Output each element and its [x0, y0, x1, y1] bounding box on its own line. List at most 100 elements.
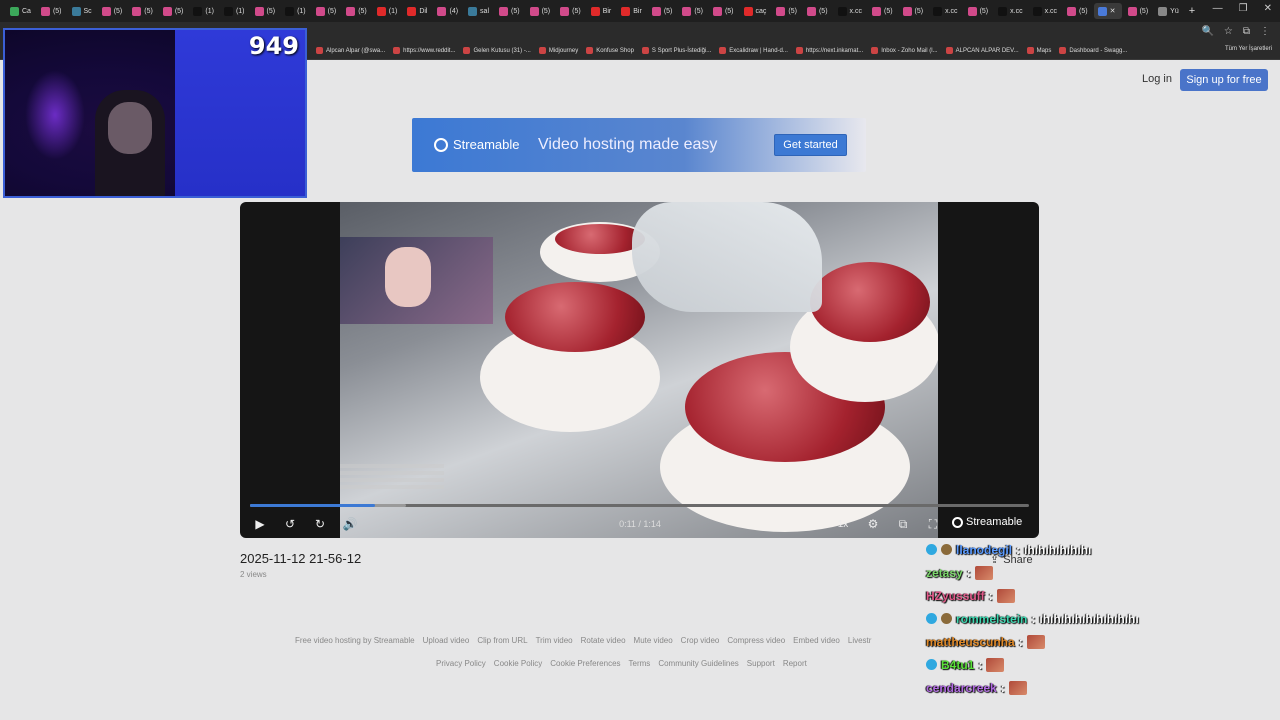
browser-tab[interactable]: (5)	[803, 3, 832, 19]
bookmark-item[interactable]: Dashboard - Swagg...	[1059, 47, 1127, 54]
bookmark-item[interactable]: Alpcan Alpar (@swa...	[316, 47, 385, 54]
browser-tab[interactable]: x.cc	[929, 3, 961, 19]
browser-tab[interactable]: (5)	[868, 3, 897, 19]
all-bookmarks-folder[interactable]: Tüm Yer İşaretleri	[1225, 46, 1272, 52]
progress-fill	[250, 504, 375, 507]
footer-link[interactable]: Terms	[629, 659, 651, 668]
browser-tab[interactable]: (1)	[189, 3, 218, 19]
browser-tab[interactable]: (5)	[1124, 3, 1153, 19]
footer-link[interactable]: Compress video	[727, 636, 785, 645]
browser-tab[interactable]: (5)	[709, 3, 738, 19]
browser-tab[interactable]: (5)	[251, 3, 280, 19]
footer-link[interactable]: Privacy Policy	[436, 659, 486, 668]
active-tab[interactable]: ✕	[1093, 3, 1122, 19]
browser-tab[interactable]: sal	[464, 3, 493, 19]
speed-button[interactable]: 1x	[834, 515, 852, 533]
tab-label: (1)	[205, 7, 214, 15]
browser-tab[interactable]: (5)	[37, 3, 66, 19]
footer-link[interactable]: Upload video	[423, 636, 470, 645]
rewind-icon[interactable]: ↺	[282, 515, 298, 533]
get-started-button[interactable]: Get started	[774, 134, 847, 156]
footer-link[interactable]: Clip from URL	[477, 636, 527, 645]
menu-icon[interactable]: ⋮	[1260, 26, 1270, 37]
browser-tab[interactable]: (5)	[342, 3, 371, 19]
bookmark-item[interactable]: Inbox - Zoho Mail (l...	[871, 47, 938, 54]
play-icon[interactable]: ▶	[252, 515, 268, 533]
browser-tab[interactable]: (5)	[159, 3, 188, 19]
close-window-icon[interactable]: ✕	[1264, 3, 1272, 14]
browser-tab[interactable]: Bir	[587, 3, 616, 19]
browser-tab[interactable]: Dil	[403, 3, 431, 19]
browser-tab[interactable]: (4)	[433, 3, 462, 19]
browser-tab[interactable]: Yü	[1154, 3, 1183, 19]
fullscreen-icon[interactable]: ⛶	[924, 515, 942, 533]
browser-tab[interactable]: (5)	[1063, 3, 1092, 19]
bookmark-item[interactable]: ALPCAN ALPAR DEV...	[945, 47, 1019, 54]
close-tab-icon[interactable]: ✕	[1110, 7, 1116, 15]
browser-tab[interactable]: Sc	[68, 3, 96, 19]
login-link[interactable]: Log in	[1142, 73, 1172, 85]
video-player[interactable]: ▶ ↺ ↻ 🔊 0:11 / 1:14 1x ⚙ ⧉ ⛶ Streamable	[240, 202, 1039, 538]
browser-tab[interactable]: (1)	[373, 3, 402, 19]
progress-bar[interactable]	[250, 504, 1029, 507]
browser-tab[interactable]: x.cc	[994, 3, 1026, 19]
new-tab-button[interactable]: +	[1185, 3, 1213, 19]
bookmark-item[interactable]: Gelen Kutusu (31) -...	[463, 47, 531, 54]
browser-tab[interactable]: (5)	[128, 3, 157, 19]
footer-link[interactable]: Embed video	[793, 636, 840, 645]
browser-tab[interactable]: (5)	[899, 3, 928, 19]
tab-favicon-icon	[743, 6, 753, 16]
footer-link[interactable]: Rotate video	[581, 636, 626, 645]
browser-tab[interactable]: (5)	[556, 3, 585, 19]
browser-tab[interactable]: (1)	[281, 3, 310, 19]
browser-tab[interactable]: (5)	[678, 3, 707, 19]
browser-tab[interactable]: x.cc	[1029, 3, 1061, 19]
signup-button[interactable]: Sign up for free	[1180, 69, 1268, 91]
browser-tab[interactable]: Bir	[617, 3, 646, 19]
star-icon[interactable]: ☆	[1224, 26, 1233, 37]
forward-icon[interactable]: ↻	[312, 515, 328, 533]
picture-in-picture-icon[interactable]: ⧉	[894, 515, 912, 533]
browser-tab[interactable]: (5)	[964, 3, 993, 19]
maximize-icon[interactable]: ❐	[1239, 3, 1248, 14]
minimize-icon[interactable]: —	[1213, 3, 1223, 14]
bookmark-label: Maps	[1036, 47, 1052, 54]
footer-link[interactable]: Free video hosting by Streamable	[295, 636, 415, 645]
browser-tab[interactable]: (5)	[312, 3, 341, 19]
footer-link[interactable]: Community Guidelines	[658, 659, 738, 668]
search-icon[interactable]: 🔍	[1201, 26, 1213, 37]
footer-link[interactable]: Report	[783, 659, 807, 668]
browser-tab[interactable]: x.cc	[834, 3, 866, 19]
footer-link[interactable]: Livestr	[848, 636, 872, 645]
bookmark-item[interactable]: Midjourney	[538, 47, 578, 54]
browser-tab[interactable]: (1)	[220, 3, 249, 19]
bookmark-item[interactable]: S Sport Plus-İstediği...	[641, 47, 711, 54]
footer-link[interactable]: Crop video	[681, 636, 720, 645]
browser-tab[interactable]: (5)	[526, 3, 555, 19]
footer-link[interactable]: Cookie Preferences	[550, 659, 620, 668]
footer-link[interactable]: Support	[747, 659, 775, 668]
bookmark-item[interactable]: https://next.inkarnat...	[795, 47, 863, 54]
purple-light	[25, 70, 85, 160]
footer-link[interactable]: Cookie Policy	[494, 659, 542, 668]
browser-tab[interactable]: (5)	[98, 3, 127, 19]
extensions-icon[interactable]: ⧉	[1243, 26, 1250, 37]
browser-tab[interactable]: (5)	[648, 3, 677, 19]
chat-badge-icon	[941, 544, 952, 555]
bookmark-item[interactable]: Excalidraw | Hand-d...	[719, 47, 788, 54]
gear-icon[interactable]: ⚙	[864, 515, 882, 533]
footer-link[interactable]: Mute video	[634, 636, 673, 645]
browser-tab[interactable]: (5)	[772, 3, 801, 19]
chat-message: rommelstein: ıhıhıhıhıhıhıhıhıhı	[926, 607, 1226, 630]
browser-tab[interactable]: caç	[740, 3, 771, 19]
bookmark-item[interactable]: https://www.reddit...	[393, 47, 455, 54]
footer-link[interactable]: Trim video	[536, 636, 573, 645]
volume-icon[interactable]: 🔊	[342, 515, 358, 533]
streamable-brand[interactable]: Streamable	[952, 516, 1022, 528]
ad-banner[interactable]: Streamable Video hosting made easy Get s…	[412, 118, 866, 172]
tab-favicon-icon	[40, 6, 50, 16]
bookmark-item[interactable]: Konfuse Shop	[586, 47, 634, 54]
browser-tab[interactable]: Ca	[6, 3, 35, 19]
bookmark-item[interactable]: Maps	[1026, 47, 1052, 54]
browser-tab[interactable]: (5)	[495, 3, 524, 19]
